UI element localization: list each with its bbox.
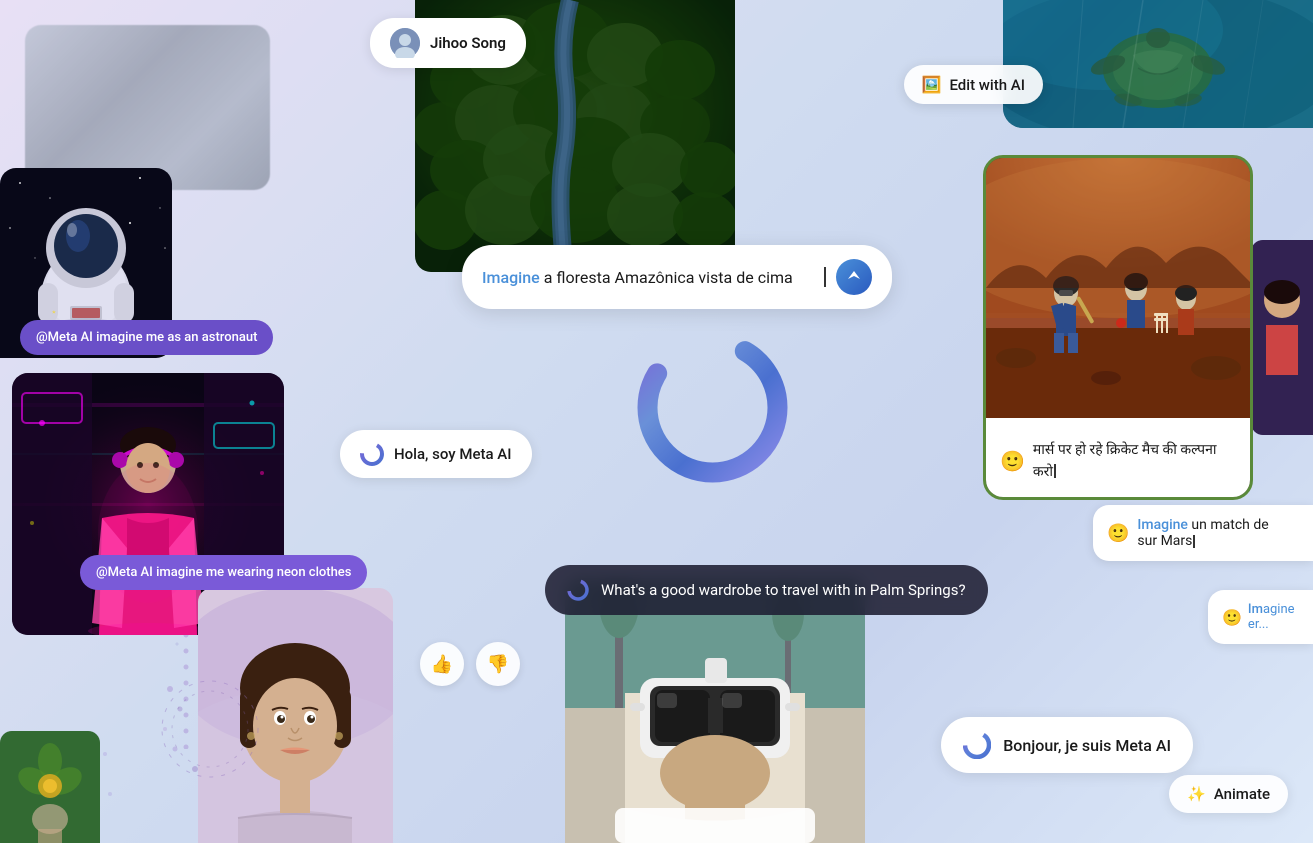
cricket-card: 🙂 मार्स पर हो रहे क्रिकेट मैच की कल्पना … xyxy=(983,155,1253,500)
thumbs-down-icon: 👎 xyxy=(487,654,509,675)
cricket-chat-text: मार्स पर हो रहे क्रिकेट मैच की कल्पना कर… xyxy=(1033,442,1217,480)
imagine-match-bubble: 🙂 Imagine un match de sur Mars xyxy=(1093,505,1313,561)
input-cursor xyxy=(824,267,826,287)
partial-imagine-text: Imagineer... xyxy=(1248,602,1295,632)
turtle-card xyxy=(1003,0,1313,128)
circle-dots xyxy=(160,679,260,783)
cricket-chat-box: 🙂 मार्स पर हो रहे क्रिकेट मैच की कल्पना … xyxy=(986,418,1250,500)
vr-card xyxy=(565,578,865,843)
animate-label: Animate xyxy=(1214,785,1270,803)
animate-icon: ✨ xyxy=(1187,785,1206,803)
meta-ai-prompt-neon: @Meta AI imagine me wearing neon clothes xyxy=(80,555,367,590)
edit-ai-button[interactable]: 🖼️ Edit with AI xyxy=(904,65,1043,104)
cricket-chat-content: मार्स पर हो रहे क्रिकेट मैच की कल्पना कर… xyxy=(1033,439,1236,482)
bonjour-text: Bonjour, je suis Meta AI xyxy=(1003,736,1171,755)
imagine-match-word: Imagine xyxy=(1137,517,1188,533)
image-icon: 🖼️ xyxy=(922,75,942,94)
bonjour-bubble: Bonjour, je suis Meta AI xyxy=(941,717,1193,773)
thumbs-down-button[interactable]: 👎 xyxy=(476,642,520,686)
thumbs-up-icon: 👍 xyxy=(431,654,453,675)
right-partial-card-2: 🙂 Imagineer... xyxy=(1208,590,1313,644)
cricket-emoji: 🙂 xyxy=(1000,449,1025,473)
thumbs-container: 👍 👎 xyxy=(420,642,520,686)
match-cursor xyxy=(1193,535,1195,548)
right-partial-card xyxy=(1251,240,1313,435)
meta-ai-prompt-astronaut: @Meta AI imagine me as an astronaut xyxy=(20,320,273,355)
jihoo-avatar xyxy=(390,28,420,58)
astronaut-prompt-text: @Meta AI imagine me as an astronaut xyxy=(36,330,257,345)
cricket-image xyxy=(986,158,1250,418)
imagine-match-text: un match de xyxy=(1191,517,1268,533)
imagine-word: Imagine xyxy=(482,268,540,287)
bonjour-logo xyxy=(963,731,991,759)
emoji-icon: 🙂 xyxy=(1107,523,1129,544)
emoji-icon-2: 🙂 xyxy=(1222,608,1242,627)
wardrobe-logo xyxy=(567,579,589,601)
neon-prompt-text: @Meta AI imagine me wearing neon clothes xyxy=(96,565,351,580)
meta-ai-logo xyxy=(635,330,790,485)
imagine-input-text[interactable]: a floresta Amazônica vista de cima xyxy=(544,268,823,287)
imagine-input-box[interactable]: Imagine a floresta Amazônica vista de ci… xyxy=(462,245,892,309)
edit-ai-label: Edit with AI xyxy=(949,76,1025,94)
animate-button[interactable]: ✨ Animate xyxy=(1169,775,1288,813)
thumbs-up-button[interactable]: 👍 xyxy=(420,642,464,686)
hola-text: Hola, soy Meta AI xyxy=(394,445,512,463)
cricket-cursor xyxy=(1054,464,1056,478)
gray-blurred-card xyxy=(25,25,270,190)
send-button[interactable] xyxy=(836,259,872,295)
wardrobe-bubble: What's a good wardrobe to travel with in… xyxy=(545,565,988,615)
small-bottom-left-card xyxy=(0,731,100,843)
meta-ai-mini-icon xyxy=(360,442,384,466)
wardrobe-text: What's a good wardrobe to travel with in… xyxy=(601,581,966,599)
jihoo-name: Jihoo Song xyxy=(430,34,506,52)
hola-bubble: Hola, soy Meta AI xyxy=(340,430,532,478)
imagine-match-text2: sur Mars xyxy=(1137,533,1192,549)
jihoo-bubble: Jihoo Song xyxy=(370,18,526,68)
